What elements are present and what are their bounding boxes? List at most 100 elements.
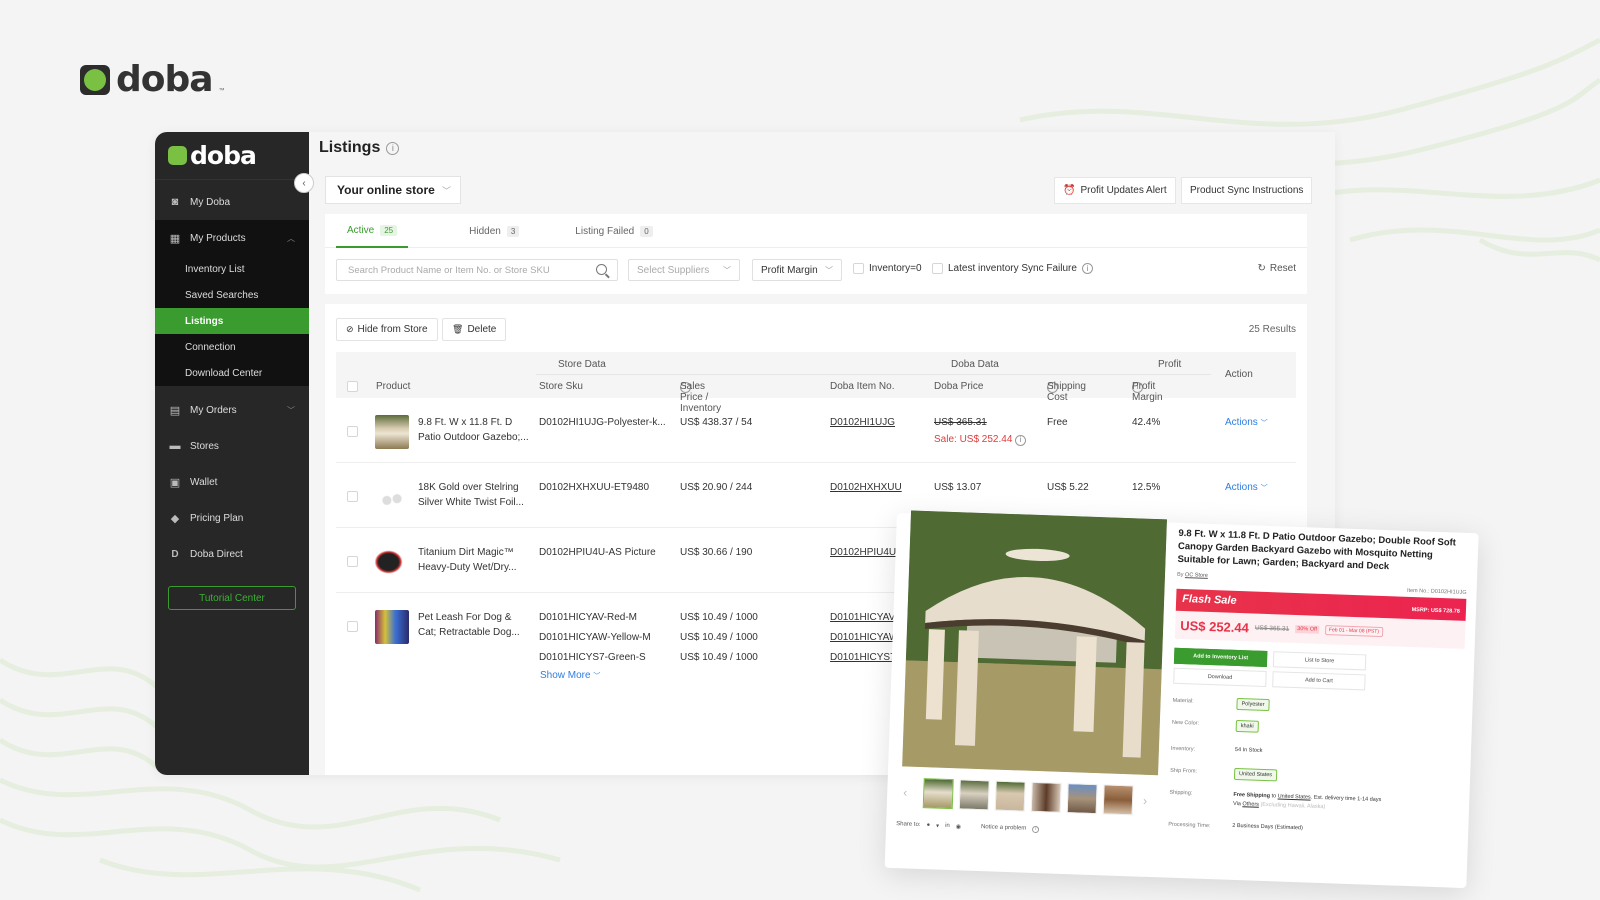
info-icon[interactable]: i	[1081, 263, 1093, 274]
product-detail-card: ‹ › Share to: ● ▾ in ◉ Notice a problem …	[884, 510, 1479, 889]
tutorial-center-button[interactable]: Tutorial Center	[168, 586, 296, 610]
row-checkbox[interactable]	[347, 621, 358, 632]
sidebar-item-listings[interactable]: Listings	[155, 308, 309, 334]
show-more-label: Show More	[540, 670, 591, 681]
chevron-right-icon[interactable]: ›	[1143, 794, 1147, 808]
twitter-icon[interactable]: ▾	[936, 823, 939, 830]
product-main-image[interactable]	[902, 510, 1167, 776]
store-link[interactable]: OC Store	[1185, 572, 1208, 579]
thumbnail[interactable]	[1102, 784, 1134, 816]
tab-listing-failed[interactable]: Listing Failed 0	[564, 214, 663, 248]
thumbnail[interactable]	[994, 780, 1026, 812]
hide-from-store-button[interactable]: ⊘ Hide from Store	[336, 318, 438, 341]
row-checkbox[interactable]	[347, 491, 358, 502]
sidebar-item-pricing-plan[interactable]: ◆ Pricing Plan	[155, 500, 309, 536]
actions-dropdown[interactable]: Actions ﹀	[1225, 480, 1268, 496]
product-thumbnail[interactable]	[375, 545, 409, 579]
store-select[interactable]: Your online store ﹀	[325, 176, 461, 204]
product-thumbnail[interactable]	[375, 610, 409, 644]
checkbox[interactable]	[853, 263, 864, 274]
chevron-down-icon: ﹀	[441, 185, 451, 196]
sidebar-logo[interactable]: doba	[155, 132, 309, 180]
sidebar-item-inventory-list[interactable]: Inventory List	[155, 256, 309, 282]
material-option[interactable]: Polyester	[1236, 697, 1270, 712]
ship-from-option[interactable]: United States	[1233, 767, 1278, 782]
suppliers-select[interactable]: Select Suppliers ﹀	[628, 259, 740, 281]
store-sku: D0101HICYS7-Green-S	[539, 652, 646, 663]
search-icon[interactable]	[596, 264, 607, 275]
linkedin-icon[interactable]: in	[945, 823, 950, 830]
info-icon[interactable]: i	[386, 141, 400, 155]
boxes-icon: ▦	[169, 232, 181, 245]
actions-label: Actions	[1225, 417, 1258, 428]
doba-item-link[interactable]: D0101HICYAV	[830, 610, 895, 625]
sync-failure-checkbox[interactable]: Latest inventory Sync Failure i	[932, 263, 1093, 274]
sidebar-item-saved-searches[interactable]: Saved Searches	[155, 282, 309, 308]
add-to-cart-button[interactable]: Add to Cart	[1272, 671, 1366, 691]
by-label: By	[1176, 571, 1184, 579]
search-input[interactable]: Search Product Name or Item No. or Store…	[336, 259, 618, 281]
pinterest-icon[interactable]: ◉	[956, 823, 961, 830]
product-info: 9.8 Ft. W x 11.8 Ft. D Patio Outdoor Gaz…	[1168, 523, 1469, 848]
carrier-link[interactable]: Others	[1242, 801, 1259, 808]
button-label: Delete	[467, 324, 497, 335]
orders-icon: ▤	[169, 404, 181, 417]
sidebar-item-wallet[interactable]: ▣ Wallet	[155, 464, 309, 500]
row-checkbox[interactable]	[347, 556, 358, 567]
color-option[interactable]: khaki	[1235, 719, 1259, 733]
my-products-group: ▦ My Products ︿ Inventory List Saved Sea…	[155, 220, 309, 386]
column-header-product: Product	[376, 381, 411, 392]
product-thumbnail[interactable]	[375, 480, 409, 514]
row-checkbox[interactable]	[347, 426, 358, 437]
doba-item-link[interactable]: D0102HPIU4U	[830, 545, 896, 560]
profit-margin-select[interactable]: Profit Margin ﹀	[752, 259, 842, 281]
info-icon[interactable]: i	[1032, 825, 1040, 834]
product-name[interactable]: Titanium Dirt Magic™ Heavy-Duty Wet/Dry..…	[418, 545, 517, 575]
sidebar-item-download-center[interactable]: Download Center	[155, 360, 309, 386]
original-price: US$ 365.31	[1254, 624, 1290, 633]
product-name[interactable]: Pet Leash For Dog & Cat; Retractable Dog.…	[418, 610, 520, 640]
doba-item-link[interactable]: D0101HICYS7	[830, 650, 896, 665]
product-thumbnail[interactable]	[375, 415, 409, 449]
chevron-left-icon: ‹	[302, 177, 306, 189]
tab-hidden[interactable]: Hidden 3	[458, 214, 530, 248]
tab-active[interactable]: Active 25	[336, 214, 409, 248]
attr-label: Material:	[1172, 697, 1194, 705]
doba-item-link[interactable]: D0102HI1UJG	[830, 415, 895, 430]
inventory-zero-checkbox[interactable]: Inventory=0	[853, 263, 922, 274]
sidebar-item-my-products[interactable]: ▦ My Products ︿	[155, 220, 309, 256]
reset-button[interactable]: ↻ Reset	[1257, 263, 1296, 274]
thumbnail[interactable]	[1066, 783, 1098, 815]
facebook-icon[interactable]: ●	[926, 822, 930, 829]
shipping-cost: Free	[1047, 417, 1068, 428]
doba-item-link[interactable]: D0101HICYAW	[830, 630, 898, 645]
doba-item-link[interactable]: D0102HXHXUU	[830, 480, 902, 495]
notice-problem-link[interactable]: Notice a problem	[981, 824, 1027, 833]
product-sync-instructions-button[interactable]: Product Sync Instructions	[1181, 177, 1313, 204]
sidebar-item-connection[interactable]: Connection	[155, 334, 309, 360]
sidebar-item-my-orders[interactable]: ▤ My Orders ﹀	[155, 392, 309, 428]
shipping-destination-link[interactable]: United States	[1278, 793, 1311, 800]
thumbnail[interactable]	[1030, 781, 1062, 813]
sidebar-item-doba-direct[interactable]: D Doba Direct	[155, 536, 309, 572]
download-button[interactable]: Download	[1173, 667, 1267, 687]
profit-updates-alert-button[interactable]: ⏰ Profit Updates Alert	[1054, 177, 1176, 204]
product-name[interactable]: 18K Gold over Stelring Silver White Twist…	[418, 480, 524, 510]
tab-count-badge: 25	[380, 224, 398, 236]
thumbnail[interactable]	[958, 779, 990, 811]
sidebar-item-my-doba[interactable]: ◙ My Doba	[155, 184, 309, 220]
actions-dropdown[interactable]: Actions ﹀	[1225, 415, 1268, 431]
store-sku: D0102HI1UJG-Polyester-k...	[539, 417, 666, 428]
add-to-inventory-button[interactable]: Add to Inventory List	[1173, 647, 1268, 668]
delete-button[interactable]: 🗑 Delete	[442, 318, 507, 341]
checkbox[interactable]	[932, 263, 943, 274]
sidebar-item-stores[interactable]: ▬ Stores	[155, 428, 309, 464]
store-sku: D0101HICYAV-Red-M	[539, 612, 637, 623]
info-icon[interactable]: i	[1015, 434, 1027, 446]
collapse-sidebar-button[interactable]: ‹	[294, 173, 314, 193]
product-name[interactable]: 9.8 Ft. W x 11.8 Ft. D Patio Outdoor Gaze…	[418, 415, 529, 445]
select-all-checkbox[interactable]	[347, 381, 358, 392]
thumbnail[interactable]	[922, 778, 954, 810]
list-to-store-button[interactable]: List to Store	[1272, 651, 1367, 671]
show-more-link[interactable]: Show More ﹀	[540, 668, 600, 684]
